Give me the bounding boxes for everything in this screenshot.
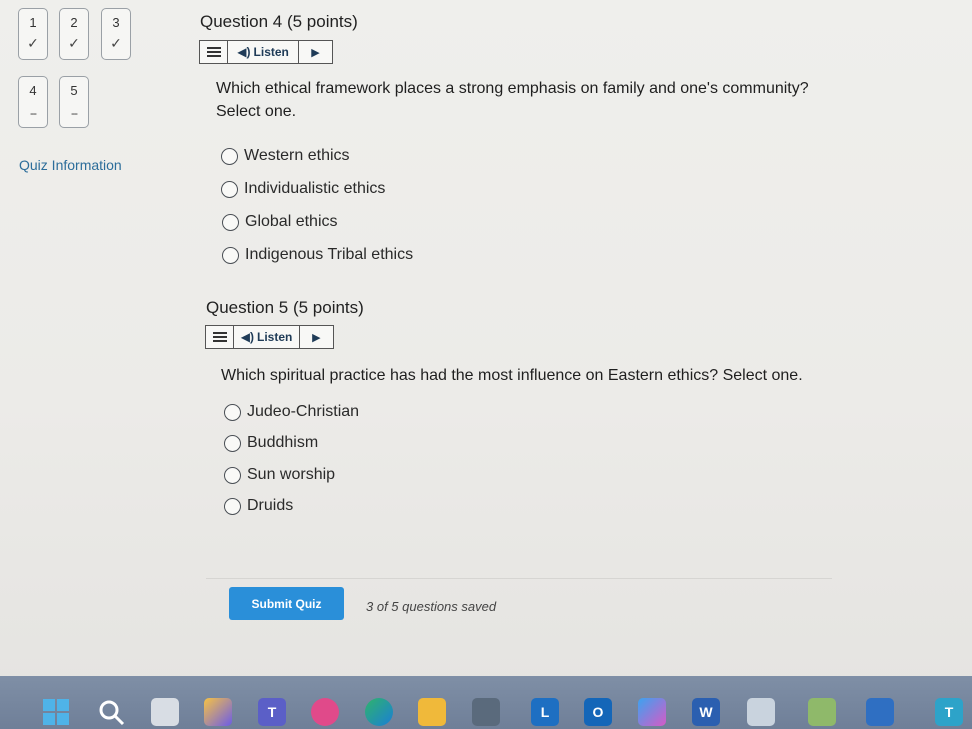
question-4-title: Question 4 (5 points): [200, 12, 358, 31]
search-icon[interactable]: [97, 698, 125, 726]
question-number: 1: [29, 15, 37, 30]
unanswered-mark: --: [30, 106, 37, 120]
word-letter: W: [699, 704, 713, 720]
q5-option-judeo-christian[interactable]: Judeo-Christian: [224, 403, 359, 421]
q5-option-buddhism[interactable]: Buddhism: [224, 434, 318, 452]
question-number: 2: [70, 15, 78, 30]
listen-button[interactable]: ◀︎) Listen: [228, 41, 300, 63]
edge-icon[interactable]: [365, 698, 393, 726]
q5-option-druids[interactable]: Druids: [224, 497, 293, 515]
start-icon[interactable]: [42, 698, 70, 726]
radio-button[interactable]: [221, 180, 238, 198]
radio-button[interactable]: [224, 434, 241, 452]
question-1-button[interactable]: 1 ✓: [18, 8, 48, 60]
option-label: Global ethics: [245, 213, 338, 230]
option-label: Indigenous Tribal ethics: [245, 246, 414, 263]
photos-icon[interactable]: [204, 698, 232, 726]
check-icon: ✓: [68, 35, 80, 51]
menu-icon: [212, 332, 227, 342]
question-2-button[interactable]: 2 ✓: [59, 8, 89, 60]
speaker-icon: ◀︎): [240, 330, 255, 344]
q4-option-western[interactable]: Western ethics: [221, 147, 350, 165]
play-button[interactable]: ▶: [300, 326, 333, 348]
question-5-title: Question 5 (5 points): [206, 298, 364, 317]
speaker-icon: ◀︎): [237, 45, 251, 59]
listen-button[interactable]: ◀︎) Listen: [234, 326, 300, 348]
question-number: 4: [29, 83, 37, 98]
outlook-icon[interactable]: O: [584, 698, 612, 726]
app-icon[interactable]: [638, 698, 666, 726]
word-icon[interactable]: W: [692, 698, 720, 726]
question-5-button[interactable]: 5 --: [59, 76, 89, 128]
unanswered-mark: --: [71, 106, 78, 120]
app-icon[interactable]: [747, 698, 775, 726]
magnifier-icon: [99, 700, 125, 726]
teams-icon[interactable]: T: [258, 698, 286, 726]
option-label: Buddhism: [247, 434, 319, 451]
play-icon: ▶: [311, 46, 320, 59]
teams-letter: T: [267, 704, 277, 720]
radio-button[interactable]: [222, 246, 239, 264]
outlook-letter: O: [592, 704, 604, 720]
question-5-prompt: Which spiritual practice has had the mos…: [221, 367, 803, 384]
listen-menu-button[interactable]: [200, 41, 229, 63]
folder-icon[interactable]: [418, 698, 446, 726]
radio-button[interactable]: [224, 497, 241, 515]
quiz-information-link[interactable]: Quiz Information: [19, 157, 122, 173]
listen-menu-button[interactable]: [206, 326, 235, 348]
radio-button[interactable]: [221, 147, 238, 165]
question-4-instruction: Select one.: [216, 103, 297, 120]
listen-label: Listen: [257, 330, 293, 344]
app-icon[interactable]: [311, 698, 339, 726]
question-4-prompt: Which ethical framework places a strong …: [216, 77, 809, 123]
windows-logo-icon: [43, 699, 69, 725]
lockdown-browser-icon[interactable]: L: [531, 698, 559, 726]
option-label: Judeo-Christian: [247, 403, 360, 420]
calculator-icon[interactable]: [472, 698, 500, 726]
question-4-text: Which ethical framework places a strong …: [216, 80, 809, 97]
app-letter: T: [944, 704, 954, 720]
listen-toolbar-q5: ◀︎) Listen ▶: [205, 325, 334, 349]
app-icon[interactable]: [866, 698, 894, 726]
option-label: Western ethics: [244, 147, 350, 164]
option-label: Individualistic ethics: [244, 180, 386, 197]
question-4-button[interactable]: 4 --: [18, 76, 48, 128]
question-number: 3: [112, 15, 120, 30]
question-3-button[interactable]: 3 ✓: [101, 8, 131, 60]
check-icon: ✓: [27, 35, 39, 51]
play-icon: ▶: [312, 331, 321, 344]
lockdown-letter: L: [540, 704, 550, 720]
file-icon[interactable]: [151, 698, 179, 726]
q4-option-global[interactable]: Global ethics: [222, 213, 338, 231]
radio-button[interactable]: [224, 466, 241, 484]
check-icon: ✓: [110, 35, 122, 51]
app-icon[interactable]: T: [935, 698, 963, 726]
saved-status: 3 of 5 questions saved: [366, 599, 497, 614]
play-button[interactable]: ▶: [299, 41, 332, 63]
q4-option-indigenous[interactable]: Indigenous Tribal ethics: [222, 246, 413, 264]
radio-button[interactable]: [222, 213, 239, 231]
listen-toolbar-q4: ◀︎) Listen ▶: [199, 40, 333, 64]
menu-icon: [206, 47, 221, 57]
app-icon[interactable]: [808, 698, 836, 726]
divider: [206, 578, 832, 579]
radio-button[interactable]: [224, 403, 241, 421]
q4-option-individualistic[interactable]: Individualistic ethics: [221, 180, 385, 198]
option-label: Druids: [247, 497, 294, 514]
option-label: Sun worship: [247, 466, 336, 483]
q5-option-sun-worship[interactable]: Sun worship: [224, 466, 335, 484]
question-number: 5: [70, 83, 78, 98]
listen-label: Listen: [253, 45, 289, 59]
submit-quiz-button[interactable]: Submit Quiz: [229, 587, 344, 620]
